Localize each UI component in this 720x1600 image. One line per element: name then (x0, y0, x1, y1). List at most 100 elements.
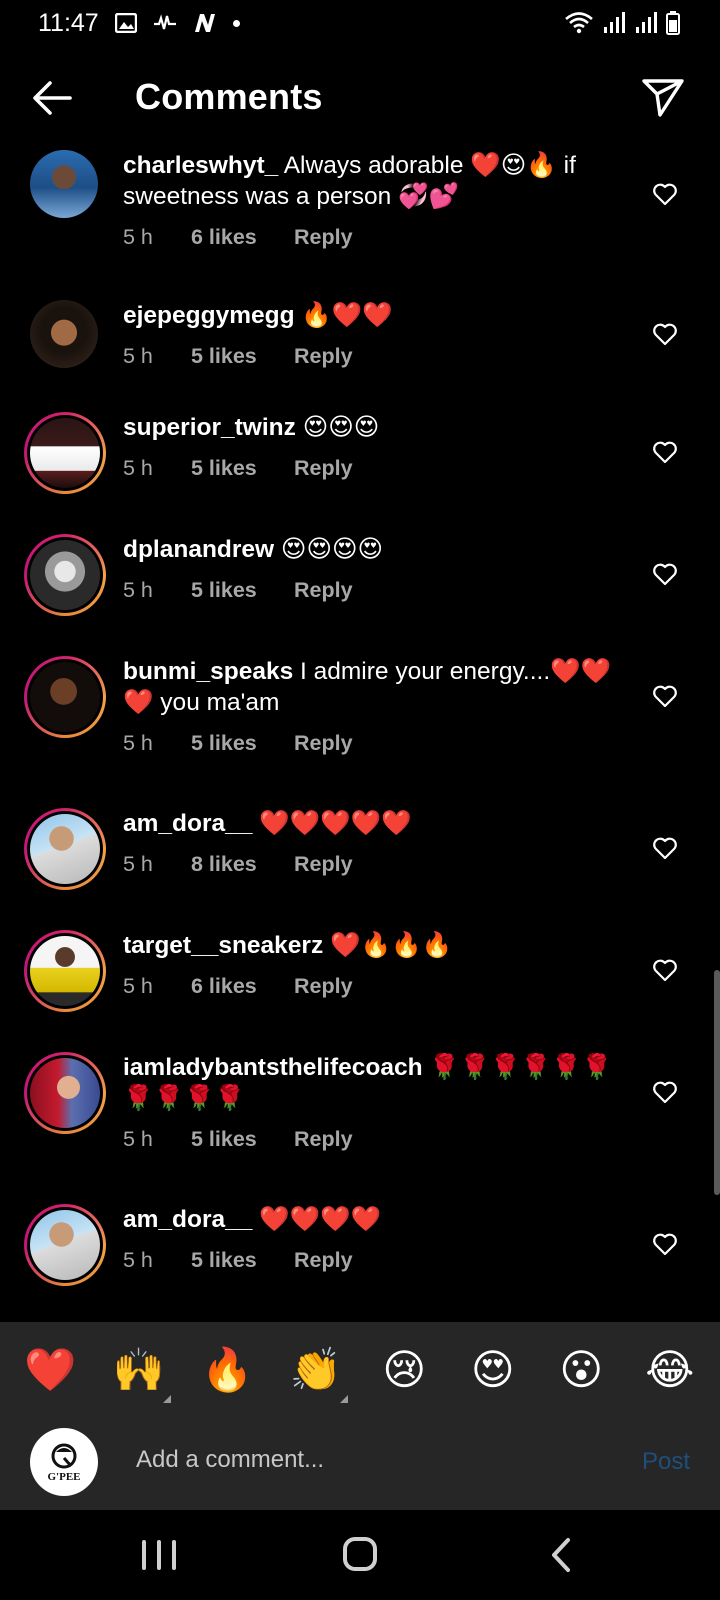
comment-username[interactable]: iamladybantsthelifecoach (123, 1054, 423, 1081)
header: Comments (0, 52, 720, 142)
comment-message: 🔥❤️❤️ (301, 302, 393, 329)
page-title: Comments (135, 76, 323, 117)
comment-text: iamladybantsthelifecoach 🌹🌹🌹🌹🌹🌹🌹🌹🌹🌹 (123, 1052, 623, 1114)
comment-time: 5 h (123, 578, 153, 602)
reply-button[interactable]: Reply (294, 731, 353, 756)
send-icon[interactable] (640, 74, 686, 120)
comment-text: bunmi_speaks I admire your energy....❤️❤… (123, 656, 623, 718)
profile-logo-text: G'PEE (47, 1470, 81, 1483)
battery-icon (666, 11, 680, 35)
comment-list[interactable]: charleswhyt_ Always adorable ❤️😍🔥 if swe… (0, 140, 720, 1320)
avatar[interactable] (24, 656, 106, 738)
avatar[interactable] (24, 1052, 106, 1134)
comment-text: am_dora__ ❤️❤️❤️❤️ (123, 1204, 623, 1235)
comment-message: 😍😍😍 (302, 414, 380, 441)
reply-button[interactable]: Reply (294, 1248, 353, 1273)
heart-icon[interactable] (652, 1080, 678, 1104)
home-icon[interactable] (343, 1537, 377, 1571)
skin-tone-indicator-icon (339, 1395, 348, 1403)
avatar[interactable] (24, 1204, 106, 1286)
comment-text: charleswhyt_ Always adorable ❤️😍🔥 if swe… (123, 150, 623, 212)
comment-message: ❤️❤️❤️❤️❤️ (259, 810, 412, 837)
comment-username[interactable]: am_dora__ (123, 810, 252, 837)
heart-icon[interactable] (652, 684, 678, 708)
comment-username[interactable]: charleswhyt_ (123, 152, 278, 179)
comment-likes[interactable]: 5 likes (191, 731, 294, 756)
comment-likes[interactable]: 8 likes (191, 852, 294, 877)
reaction-clap[interactable]: 👏 (280, 1349, 352, 1403)
comment-time: 5 h (123, 1248, 153, 1272)
comment-message: ❤️🔥🔥🔥 (330, 932, 453, 959)
post-button[interactable]: Post (642, 1448, 690, 1476)
reply-button[interactable]: Reply (294, 456, 353, 481)
voicemail-icon (153, 14, 176, 30)
reply-button[interactable]: Reply (294, 344, 353, 369)
reaction-heart-eyes[interactable]: 😍 (457, 1349, 529, 1391)
comment-likes[interactable]: 5 likes (191, 344, 294, 369)
reply-button[interactable]: Reply (294, 578, 353, 603)
comment-text: target__sneakerz ❤️🔥🔥🔥 (123, 930, 623, 961)
avatar[interactable] (30, 300, 98, 368)
comment-username[interactable]: am_dora__ (123, 1206, 252, 1233)
comment-text: superior_twinz 😍😍😍 (123, 412, 623, 443)
reaction-raised-hands[interactable]: 🙌 (103, 1346, 175, 1403)
heart-icon[interactable] (652, 440, 678, 464)
reply-button[interactable]: Reply (294, 852, 353, 877)
recent-apps-icon[interactable] (142, 1540, 176, 1570)
reaction-emoji: 🙌 (112, 1346, 165, 1393)
avatar[interactable] (24, 808, 106, 890)
comment-username[interactable]: bunmi_speaks (123, 658, 293, 685)
comment-username[interactable]: superior_twinz (123, 414, 296, 441)
heart-icon[interactable] (652, 182, 678, 206)
quick-reaction-bar: ❤️ 🙌 🔥 👏 😢 😍 😮 😂 (0, 1322, 720, 1418)
profile-logo-icon (51, 1443, 77, 1468)
reply-button[interactable]: Reply (294, 1127, 353, 1152)
comment-likes[interactable]: 5 likes (191, 456, 294, 481)
avatar[interactable] (24, 930, 106, 1012)
comment-input[interactable] (136, 1446, 596, 1474)
signal-icon (604, 12, 625, 33)
reply-button[interactable]: Reply (294, 225, 353, 250)
arrow-left-icon[interactable] (30, 76, 74, 120)
reaction-laughing[interactable]: 😂 (634, 1349, 706, 1391)
avatar[interactable] (24, 534, 106, 616)
comment-likes[interactable]: 5 likes (191, 1127, 294, 1152)
skin-tone-indicator-icon (162, 1395, 171, 1403)
reaction-heart[interactable]: ❤️ (14, 1349, 86, 1391)
comment-message: ❤️❤️❤️❤️ (259, 1206, 382, 1233)
comment-username[interactable]: ejepeggymegg (123, 302, 295, 329)
wifi-icon (565, 12, 593, 34)
status-bar: 11:47 (0, 0, 720, 46)
comment-username[interactable]: dplanandrew (123, 536, 274, 563)
comment-time: 5 h (123, 225, 153, 249)
comment-likes[interactable]: 6 likes (191, 225, 294, 250)
comment-text: dplanandrew 😍😍😍😍 (123, 534, 623, 565)
comment-time: 5 h (123, 456, 153, 480)
reply-button[interactable]: Reply (294, 974, 353, 999)
reaction-crying[interactable]: 😢 (368, 1349, 440, 1391)
comment-message: 😍😍😍😍 (280, 536, 384, 563)
avatar[interactable] (30, 150, 98, 218)
heart-icon[interactable] (652, 958, 678, 982)
comment-likes[interactable]: 6 likes (191, 974, 294, 999)
gallery-icon (114, 13, 137, 33)
reaction-fire[interactable]: 🔥 (191, 1349, 263, 1391)
heart-icon[interactable] (652, 562, 678, 586)
reaction-surprised[interactable]: 😮 (545, 1349, 617, 1391)
user-avatar[interactable]: G'PEE (30, 1428, 98, 1496)
heart-icon[interactable] (652, 1232, 678, 1256)
comment-time: 5 h (123, 1127, 153, 1151)
back-icon[interactable] (548, 1537, 574, 1573)
comment-text: am_dora__ ❤️❤️❤️❤️❤️ (123, 808, 623, 839)
comment-likes[interactable]: 5 likes (191, 1248, 294, 1273)
avatar[interactable] (24, 412, 106, 494)
dot-icon (232, 19, 240, 27)
signal-icon (636, 12, 657, 33)
heart-icon[interactable] (652, 322, 678, 346)
heart-icon[interactable] (652, 836, 678, 860)
scrollbar[interactable] (714, 970, 720, 1195)
system-navigation-bar (0, 1510, 720, 1600)
comment-username[interactable]: target__sneakerz (123, 932, 323, 959)
comment-time: 5 h (123, 852, 153, 876)
comment-likes[interactable]: 5 likes (191, 578, 294, 603)
